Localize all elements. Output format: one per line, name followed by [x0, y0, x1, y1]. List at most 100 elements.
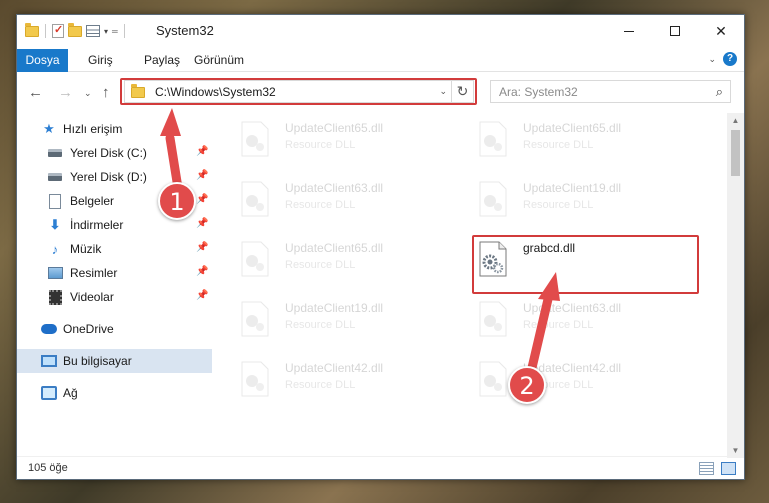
file-item[interactable]: UpdateClient65.dll Resource DLL	[463, 113, 673, 161]
file-item[interactable]: UpdateClient42.dll Resource DLL	[463, 353, 673, 401]
search-icon[interactable]: ⌕	[716, 84, 723, 100]
sidebar-item-pictures[interactable]: Resimler 📌	[17, 261, 212, 285]
star-icon: ★	[43, 121, 55, 136]
pin-icon[interactable]: 📌	[196, 242, 208, 253]
sidebar-item-music[interactable]: ♪ Müzik 📌	[17, 237, 212, 261]
disk-icon	[47, 145, 63, 161]
up-button[interactable]: ↑	[102, 84, 110, 101]
view-icon[interactable]	[86, 25, 100, 37]
back-button[interactable]: ←	[28, 84, 43, 101]
pictures-icon	[47, 265, 63, 281]
file-type: Resource DLL	[285, 199, 356, 211]
step-1-badge: 1	[158, 182, 196, 220]
expand-ribbon-icon[interactable]: ⌄	[708, 54, 716, 65]
details-view-icon[interactable]	[699, 462, 714, 475]
sidebar-item-label: Bu bilgisayar	[63, 354, 132, 368]
tab-file[interactable]: Dosya	[17, 49, 68, 72]
file-type: Resource DLL	[285, 139, 356, 151]
pin-icon[interactable]: 📌	[196, 266, 208, 277]
sidebar-item-quick-access[interactable]: ★ Hızlı erişim	[17, 117, 212, 141]
sidebar-item-local-disk-c[interactable]: Yerel Disk (C:) 📌	[17, 141, 212, 165]
scroll-up-icon[interactable]: ▲	[727, 113, 744, 128]
maximize-button[interactable]	[652, 15, 698, 47]
sidebar-item-label: OneDrive	[63, 322, 114, 336]
pin-icon[interactable]: 📌	[196, 194, 208, 205]
tab-share[interactable]: Paylaş	[134, 49, 190, 72]
help-icon[interactable]: ?	[723, 52, 737, 66]
file-name: UpdateClient63.dll	[285, 181, 384, 195]
computer-icon	[41, 353, 57, 369]
disk-icon	[47, 169, 63, 185]
tab-home[interactable]: Giriş	[78, 49, 123, 72]
chevron-down-icon[interactable]: ▾	[104, 27, 108, 36]
file-name: UpdateClient65.dll	[523, 121, 622, 135]
pin-icon[interactable]: 📌	[196, 218, 208, 229]
sidebar-item-label: Yerel Disk (D:)	[70, 170, 147, 184]
sidebar-item-videos[interactable]: Videolar 📌	[17, 285, 212, 309]
dll-file-icon	[241, 121, 269, 157]
item-count: 105 öğe	[28, 462, 68, 474]
file-name: UpdateClient65.dll	[285, 121, 384, 135]
tab-view[interactable]: Görünüm	[184, 49, 254, 72]
file-type: Resource DLL	[523, 199, 594, 211]
vertical-scrollbar[interactable]: ▲ ▼	[727, 113, 744, 458]
network-icon	[41, 385, 57, 401]
video-icon	[47, 289, 63, 305]
file-type: Resource DLL	[523, 319, 594, 331]
dll-file-icon	[479, 181, 507, 217]
sidebar-item-label: Hızlı erişim	[63, 122, 123, 136]
file-item[interactable]: UpdateClient42.dll Resource DLL	[225, 353, 435, 401]
file-item[interactable]: UpdateClient19.dll Resource DLL	[225, 293, 435, 341]
customize-toolbar-icon[interactable]: ═	[112, 27, 118, 36]
file-name: UpdateClient63.dll	[523, 301, 622, 315]
search-placeholder: Ara: System32	[499, 85, 578, 99]
sidebar-item-label: Ağ	[63, 386, 78, 400]
navigation-pane: ★ Hızlı erişim Yerel Disk (C:) 📌 Yerel D…	[17, 115, 212, 455]
forward-button[interactable]: →	[58, 84, 73, 101]
window-title: System32	[156, 23, 214, 38]
dll-file-icon	[241, 301, 269, 337]
file-name: UpdateClient65.dll	[285, 241, 384, 255]
quick-access-toolbar: ▾ ═	[25, 22, 127, 39]
file-item[interactable]: UpdateClient63.dll Resource DLL	[463, 293, 673, 341]
pin-icon[interactable]: 📌	[196, 146, 208, 157]
file-item[interactable]: UpdateClient63.dll Resource DLL	[225, 173, 435, 221]
sidebar-item-onedrive[interactable]: OneDrive	[17, 317, 212, 341]
file-highlight	[472, 235, 699, 294]
sidebar-item-label: Videolar	[70, 290, 114, 304]
address-bar-highlight	[120, 78, 477, 105]
file-item[interactable]: UpdateClient65.dll Resource DLL	[225, 113, 435, 161]
close-button[interactable]: ✕	[698, 15, 744, 47]
pin-icon[interactable]: 📌	[196, 290, 208, 301]
maximize-icon	[670, 26, 680, 36]
properties-icon[interactable]	[52, 23, 64, 38]
recent-locations-button[interactable]: ⌄	[84, 88, 92, 99]
sidebar-item-label: Belgeler	[70, 194, 115, 208]
dll-file-icon	[241, 241, 269, 277]
sidebar-item-this-pc[interactable]: Bu bilgisayar	[17, 349, 212, 373]
file-name: UpdateClient42.dll	[285, 361, 384, 375]
sidebar-item-label: İndirmeler	[70, 218, 124, 232]
sidebar-item-label: Resimler	[70, 266, 118, 280]
pin-icon[interactable]: 📌	[196, 170, 208, 181]
minimize-button[interactable]	[606, 15, 652, 47]
file-type: Resource DLL	[523, 139, 594, 151]
document-icon	[47, 193, 63, 209]
folder-icon[interactable]	[25, 22, 39, 37]
toolbar-divider	[45, 24, 46, 38]
file-name: UpdateClient19.dll	[523, 181, 622, 195]
sidebar-item-label: Yerel Disk (C:)	[70, 146, 147, 160]
scroll-thumb[interactable]	[731, 130, 740, 176]
file-item[interactable]: UpdateClient65.dll Resource DLL	[225, 233, 435, 281]
sidebar-item-label: Müzik	[70, 242, 102, 256]
search-input[interactable]: Ara: System32 ⌕	[490, 80, 731, 103]
download-icon: ⬇	[49, 217, 61, 232]
ribbon: Dosya Giriş Paylaş Görünüm ⌄ ?	[17, 47, 744, 72]
music-icon: ♪	[51, 241, 59, 257]
minimize-icon	[624, 30, 634, 32]
file-item[interactable]: UpdateClient19.dll Resource DLL	[463, 173, 673, 221]
new-folder-icon[interactable]	[68, 22, 82, 37]
sidebar-item-network[interactable]: Ağ	[17, 381, 212, 405]
dll-file-icon	[241, 361, 269, 397]
large-icons-view-icon[interactable]	[721, 462, 736, 475]
